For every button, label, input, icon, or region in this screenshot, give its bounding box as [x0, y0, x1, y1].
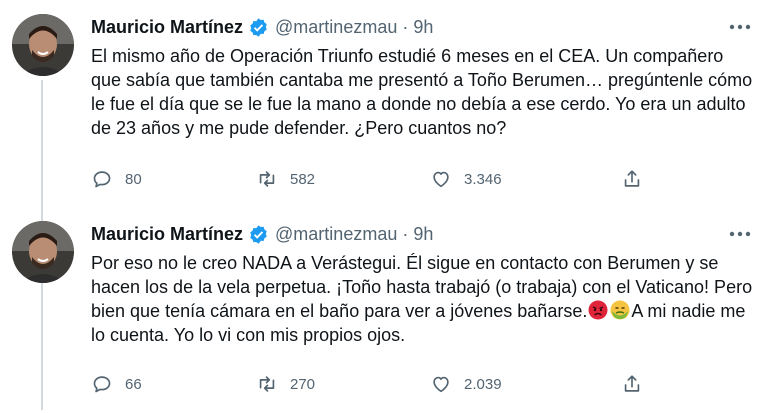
share-button[interactable]	[621, 168, 643, 190]
like-icon	[433, 376, 449, 393]
share-button[interactable]	[621, 373, 643, 395]
author-name[interactable]: Mauricio Martínez	[91, 17, 243, 38]
tweet-2[interactable]: Mauricio Martínez @martinezmau · 9h Por …	[0, 207, 768, 413]
like-button[interactable]: 2.039	[430, 373, 502, 395]
tweet-text: Por eso no le creo NADA a Verástegui. Él…	[91, 251, 756, 347]
author-handle[interactable]: @martinezmau	[275, 224, 397, 245]
retweet-button[interactable]: 582	[256, 168, 315, 190]
tweet-header: Mauricio Martínez @martinezmau · 9h	[91, 14, 433, 40]
separator: ·	[402, 16, 409, 37]
like-icon	[433, 171, 449, 188]
avatar[interactable]	[12, 14, 74, 76]
author-name[interactable]: Mauricio Martínez	[91, 224, 243, 245]
timestamp[interactable]: 9h	[413, 224, 433, 245]
separator: ·	[402, 223, 409, 244]
tweet-header: Mauricio Martínez @martinezmau · 9h	[91, 221, 433, 247]
retweet-icon	[259, 376, 275, 392]
timestamp[interactable]: 9h	[413, 17, 433, 38]
retweet-count: 270	[290, 375, 316, 393]
more-icon[interactable]	[726, 14, 754, 40]
angry-face-emoji	[588, 300, 608, 320]
reply-icon	[93, 376, 111, 393]
retweet-button[interactable]: 270	[256, 373, 315, 395]
nauseated-face-emoji	[610, 300, 630, 320]
more-icon[interactable]	[726, 221, 754, 247]
share-icon	[624, 170, 640, 187]
reply-button[interactable]: 80	[91, 168, 142, 190]
tweet-text: El mismo año de Operación Triunfo estudi…	[91, 46, 753, 138]
share-icon	[624, 375, 640, 392]
like-count: 3.346	[464, 170, 502, 188]
like-count: 2.039	[464, 375, 502, 393]
verified-badge-icon	[248, 17, 269, 38]
reply-button[interactable]: 66	[91, 373, 142, 395]
verified-badge-icon	[248, 224, 269, 245]
tweet-actions: 66 270 2.039	[91, 370, 656, 398]
tweet-actions: 80 582 3.346	[91, 165, 656, 193]
like-button[interactable]: 3.346	[430, 168, 502, 190]
avatar[interactable]	[12, 221, 74, 283]
reply-count: 66	[125, 375, 142, 393]
retweet-icon	[259, 171, 275, 187]
retweet-count: 582	[290, 170, 316, 188]
author-handle[interactable]: @martinezmau	[275, 17, 397, 38]
reply-icon	[93, 171, 111, 188]
reply-count: 80	[125, 170, 142, 188]
tweet-1[interactable]: Mauricio Martínez @martinezmau · 9h El m…	[0, 0, 768, 410]
